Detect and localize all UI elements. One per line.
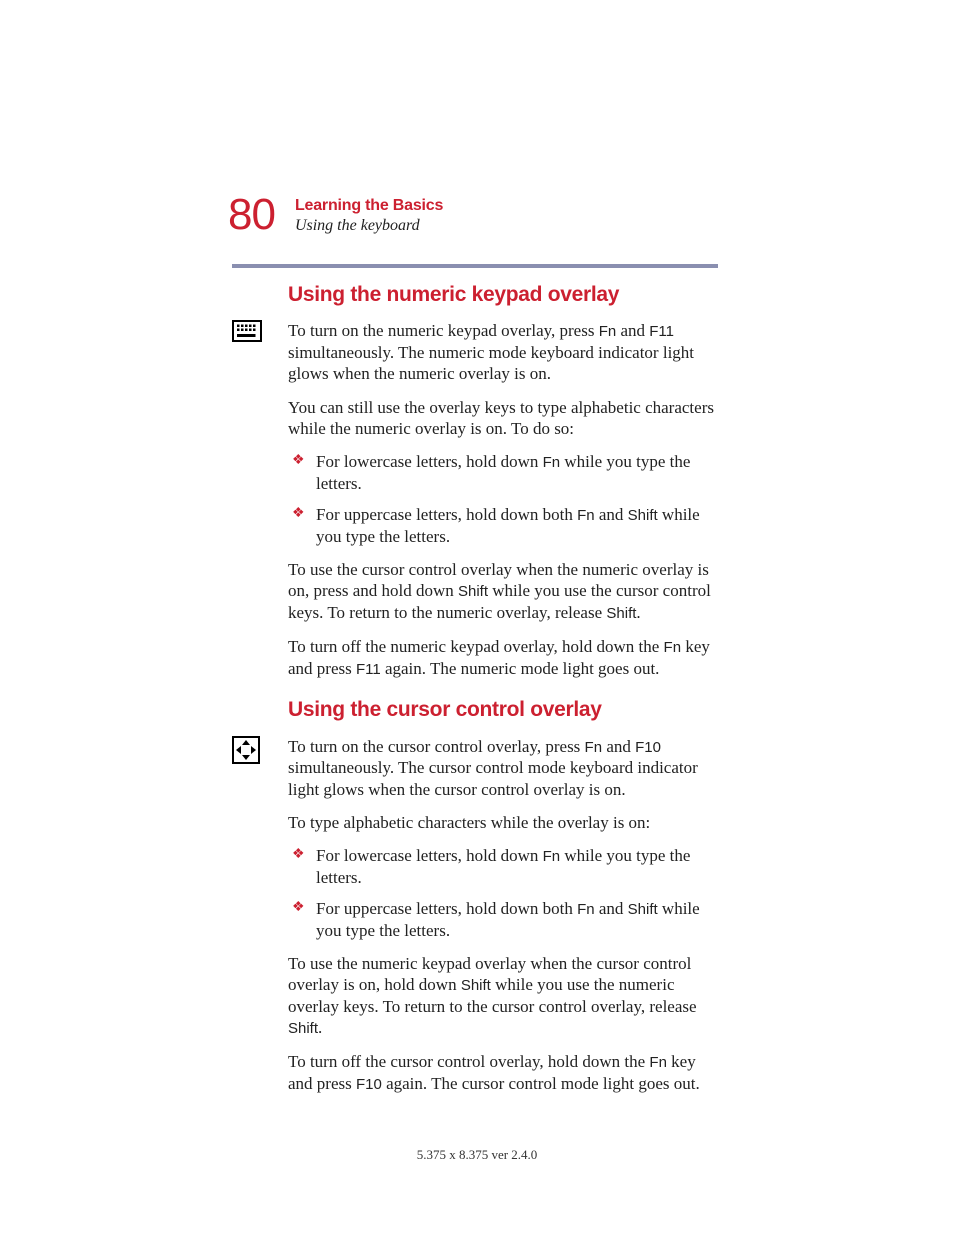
key-fn: Fn — [543, 848, 561, 865]
key-f10: F10 — [356, 1076, 382, 1093]
numeric-keypad-icon — [232, 327, 262, 346]
cursor-control-icon — [232, 749, 260, 768]
key-fn: Fn — [664, 639, 682, 656]
body-paragraph: You can still use the overlay keys to ty… — [288, 397, 718, 440]
key-shift: Shift — [461, 977, 491, 994]
list-item: For uppercase letters, hold down both Fn… — [316, 504, 718, 547]
bullet-list: For lowercase letters, hold down Fn whil… — [288, 451, 718, 547]
body-paragraph: To turn on the numeric keypad overlay, p… — [288, 320, 718, 384]
key-fn: Fn — [543, 454, 561, 471]
key-fn: Fn — [577, 901, 595, 918]
page-footer: 5.375 x 8.375 ver 2.4.0 — [0, 1147, 954, 1163]
key-shift: Shift — [606, 605, 636, 622]
key-f10: F10 — [635, 739, 661, 756]
body-paragraph: To turn on the cursor control overlay, p… — [288, 736, 718, 800]
key-shift: Shift — [288, 1020, 318, 1037]
key-shift: Shift — [458, 583, 488, 600]
section-row: Using the numeric keypad overlay — [232, 282, 718, 320]
body-paragraph: To type alphabetic characters while the … — [288, 812, 718, 833]
paragraph-with-icon: To turn on the cursor control overlay, p… — [232, 736, 718, 1107]
section-row: Using the cursor control overlay — [232, 697, 718, 735]
key-f11: F11 — [356, 661, 381, 678]
body-paragraph: To turn off the numeric keypad overlay, … — [288, 636, 718, 680]
key-shift: Shift — [628, 901, 658, 918]
page-header: 80 Learning the Basics Using the keyboar… — [228, 193, 714, 237]
section-heading-numeric: Using the numeric keypad overlay — [288, 282, 718, 308]
paragraph-with-icon: To turn on the numeric keypad overlay, p… — [232, 320, 718, 691]
key-fn: Fn — [585, 739, 603, 756]
key-f11: F11 — [649, 323, 674, 340]
body-paragraph: To use the numeric keypad overlay when t… — [288, 953, 718, 1039]
body-paragraph: To turn off the cursor control overlay, … — [288, 1051, 718, 1095]
section-heading-cursor: Using the cursor control overlay — [288, 697, 718, 723]
section-title: Using the keyboard — [295, 217, 443, 235]
list-item: For uppercase letters, hold down both Fn… — [316, 898, 718, 941]
body-paragraph: To use the cursor control overlay when t… — [288, 559, 718, 624]
page-number: 80 — [228, 193, 275, 237]
key-fn: Fn — [577, 507, 595, 524]
header-rule — [232, 264, 718, 268]
list-item: For lowercase letters, hold down Fn whil… — [316, 451, 718, 494]
page-content: Using the numeric keypad overlay — [232, 282, 718, 1107]
header-text: Learning the Basics Using the keyboard — [295, 193, 443, 235]
key-fn: Fn — [599, 323, 617, 340]
key-shift: Shift — [628, 507, 658, 524]
document-page: 80 Learning the Basics Using the keyboar… — [0, 0, 954, 1235]
bullet-list: For lowercase letters, hold down Fn whil… — [288, 845, 718, 941]
list-item: For lowercase letters, hold down Fn whil… — [316, 845, 718, 888]
key-fn: Fn — [649, 1054, 667, 1071]
chapter-title: Learning the Basics — [295, 197, 443, 215]
